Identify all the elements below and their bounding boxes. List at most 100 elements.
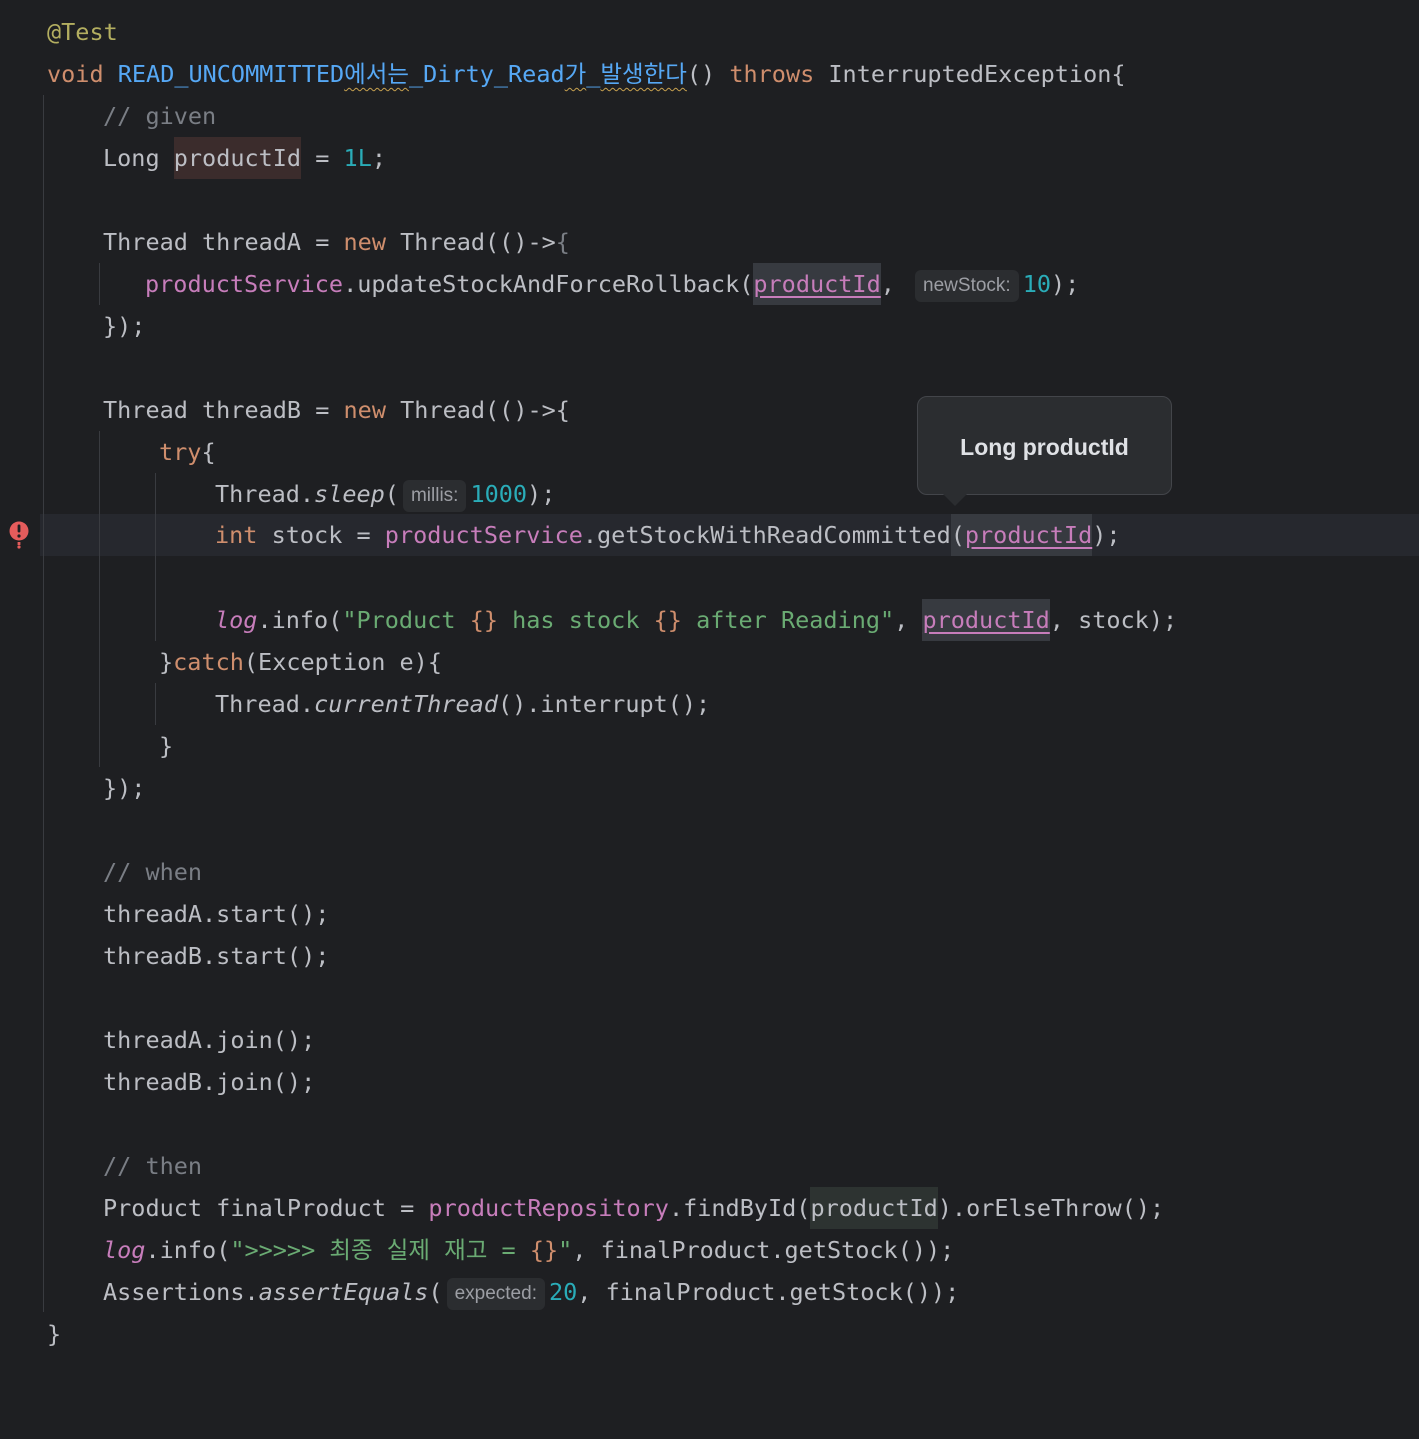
code-line-17[interactable]: Thread.currentThread().interrupt(); xyxy=(0,683,710,725)
class-reference: Thread. xyxy=(215,480,315,508)
variable-reference: productId xyxy=(964,514,1093,556)
method-name-part: _ xyxy=(586,60,601,88)
code-line-6[interactable]: Thread threadA = new Thread(()->{ xyxy=(0,221,570,263)
code-line-7[interactable]: productService.updateStockAndForceRollba… xyxy=(0,263,1079,305)
code-line-4[interactable]: Long productId = 1L; xyxy=(0,137,386,179)
declaration: Thread threadA = xyxy=(103,228,344,256)
field-reference: log xyxy=(103,1236,146,1264)
constructor: Thread(()-> xyxy=(385,228,556,256)
statement: try{ xyxy=(159,431,216,473)
code-line-22[interactable]: threadA.start(); xyxy=(0,893,329,935)
keyword-catch: catch xyxy=(173,648,244,676)
method-name-part: 발생한다 xyxy=(600,60,687,88)
statement-end: ); xyxy=(527,480,556,508)
code-line-1[interactable]: @Test xyxy=(0,11,118,53)
method-name-part: READ_UNCOMMITTED xyxy=(117,60,345,88)
string-literal: " xyxy=(558,1236,573,1264)
constructor: Thread(()->{ xyxy=(385,396,570,424)
code-line-32[interactable]: } xyxy=(0,1313,61,1355)
declaration: Product finalProduct = xyxy=(103,1194,429,1222)
string-placeholder: {} xyxy=(653,606,682,634)
variable-reference: productId xyxy=(922,599,1050,641)
code-line-25[interactable]: threadA.join(); xyxy=(0,1019,315,1061)
brace: { xyxy=(201,438,216,466)
code-line-10[interactable]: Thread threadB = new Thread(()->{ xyxy=(0,389,570,431)
method-signature: void READ_UNCOMMITTED에서는_Dirty_Read가_발생한… xyxy=(47,53,1126,95)
code-line-29[interactable]: Product finalProduct = productRepository… xyxy=(0,1187,1164,1229)
keyword-try: try xyxy=(159,438,202,466)
field-reference: log xyxy=(215,606,258,634)
method-name-part: 에서는 xyxy=(344,60,409,88)
string-literal: "Product xyxy=(342,606,470,634)
code-line-30[interactable]: log.info(">>>>> 최종 실제 재고 = {}", finalPro… xyxy=(0,1229,954,1271)
statement-end: , finalProduct.getStock()); xyxy=(572,1236,955,1264)
string-literal: after Reading" xyxy=(681,606,895,634)
code-line-18[interactable]: } xyxy=(0,725,173,767)
code-line-11[interactable]: try{ xyxy=(0,431,216,473)
code-line-23[interactable]: threadB.start(); xyxy=(0,935,329,977)
statement-end: ).orElseThrow(); xyxy=(937,1194,1165,1222)
class-reference: Thread. xyxy=(215,690,315,718)
parameter-hint: newStock: xyxy=(915,270,1019,302)
code-line-13[interactable]: int stock = productService.getStockWithR… xyxy=(0,514,1121,556)
method-call: .findById( xyxy=(668,1194,811,1222)
statement: productService.updateStockAndForceRollba… xyxy=(145,263,1079,305)
brace: } xyxy=(159,648,174,676)
keyword-int: int xyxy=(215,521,258,549)
code-line-16[interactable]: }catch(Exception e){ xyxy=(0,641,442,683)
code-line-19[interactable]: }); xyxy=(0,767,145,809)
statement: int stock = productService.getStockWithR… xyxy=(215,514,1121,556)
statement: log.info("Product {} has stock {} after … xyxy=(215,599,1177,641)
brace: } xyxy=(47,1320,62,1348)
keyword-new: new xyxy=(343,228,386,256)
statement: }); xyxy=(103,774,146,802)
declaration: Thread threadB = xyxy=(103,396,344,424)
number-literal: 1L xyxy=(343,144,372,172)
paren-match: ( xyxy=(950,514,965,556)
exception-type: InterruptedException{ xyxy=(814,60,1126,88)
comment: // when xyxy=(103,858,203,886)
comment: // then xyxy=(103,1152,203,1180)
static-method: sleep xyxy=(314,480,385,508)
string-placeholder: {} xyxy=(529,1236,559,1264)
static-method: currentThread xyxy=(314,690,498,718)
field-reference: productService xyxy=(145,270,344,298)
variable-reference: productId xyxy=(810,1187,938,1229)
type: Long xyxy=(103,144,174,172)
statement: threadA.start(); xyxy=(103,900,330,928)
statement: Assertions.assertEquals(expected: 20, fin… xyxy=(103,1271,959,1313)
number-literal: 1000 xyxy=(470,480,528,508)
field-reference: productService xyxy=(384,521,583,549)
declaration: stock = xyxy=(257,521,385,549)
method-name-part: _Dirty_Read xyxy=(409,60,565,88)
method-call: .getStockWithReadCommitted xyxy=(582,521,951,549)
statement: Product finalProduct = productRepository… xyxy=(103,1187,1164,1229)
string-literal: ">>>>> 최종 실제 재고 = xyxy=(230,1236,530,1264)
indent-guide xyxy=(155,473,156,641)
code-line-12[interactable]: Thread.sleep(millis: 1000); xyxy=(0,473,555,515)
operator: = xyxy=(301,144,344,172)
code-line-26[interactable]: threadB.join(); xyxy=(0,1061,315,1103)
code-line-21[interactable]: // when xyxy=(0,851,202,893)
annotation: @Test xyxy=(47,18,118,46)
method-call: .info( xyxy=(145,1236,231,1264)
parameter-hint: expected: xyxy=(446,1278,545,1310)
statement: Thread.currentThread().interrupt(); xyxy=(215,683,710,725)
code-editor[interactable]: @Test void READ_UNCOMMITTED에서는_Dirty_Rea… xyxy=(0,0,1419,1358)
code-line-8[interactable]: }); xyxy=(0,305,145,347)
statement: threadB.join(); xyxy=(103,1068,316,1096)
code-line-2[interactable]: void READ_UNCOMMITTED에서는_Dirty_Read가_발생한… xyxy=(0,53,1126,95)
code-line-3[interactable]: // given xyxy=(0,95,216,137)
static-method: assertEquals xyxy=(258,1278,429,1306)
field-reference: productRepository xyxy=(428,1194,669,1222)
code-line-15[interactable]: log.info("Product {} has stock {} after … xyxy=(0,599,1177,641)
code-line-28[interactable]: // then xyxy=(0,1145,202,1187)
quick-info-tooltip[interactable]: Long productId xyxy=(917,396,1172,495)
code-line-31[interactable]: Assertions.assertEquals(expected: 20, fin… xyxy=(0,1271,959,1313)
method-call: .info( xyxy=(257,606,343,634)
statement: threadB.start(); xyxy=(103,942,330,970)
statement-end: , finalProduct.getStock()); xyxy=(577,1278,960,1306)
paren: ( xyxy=(384,480,399,508)
parameter-hint: millis: xyxy=(402,480,467,512)
statement: Thread threadA = new Thread(()->{ xyxy=(103,221,570,263)
